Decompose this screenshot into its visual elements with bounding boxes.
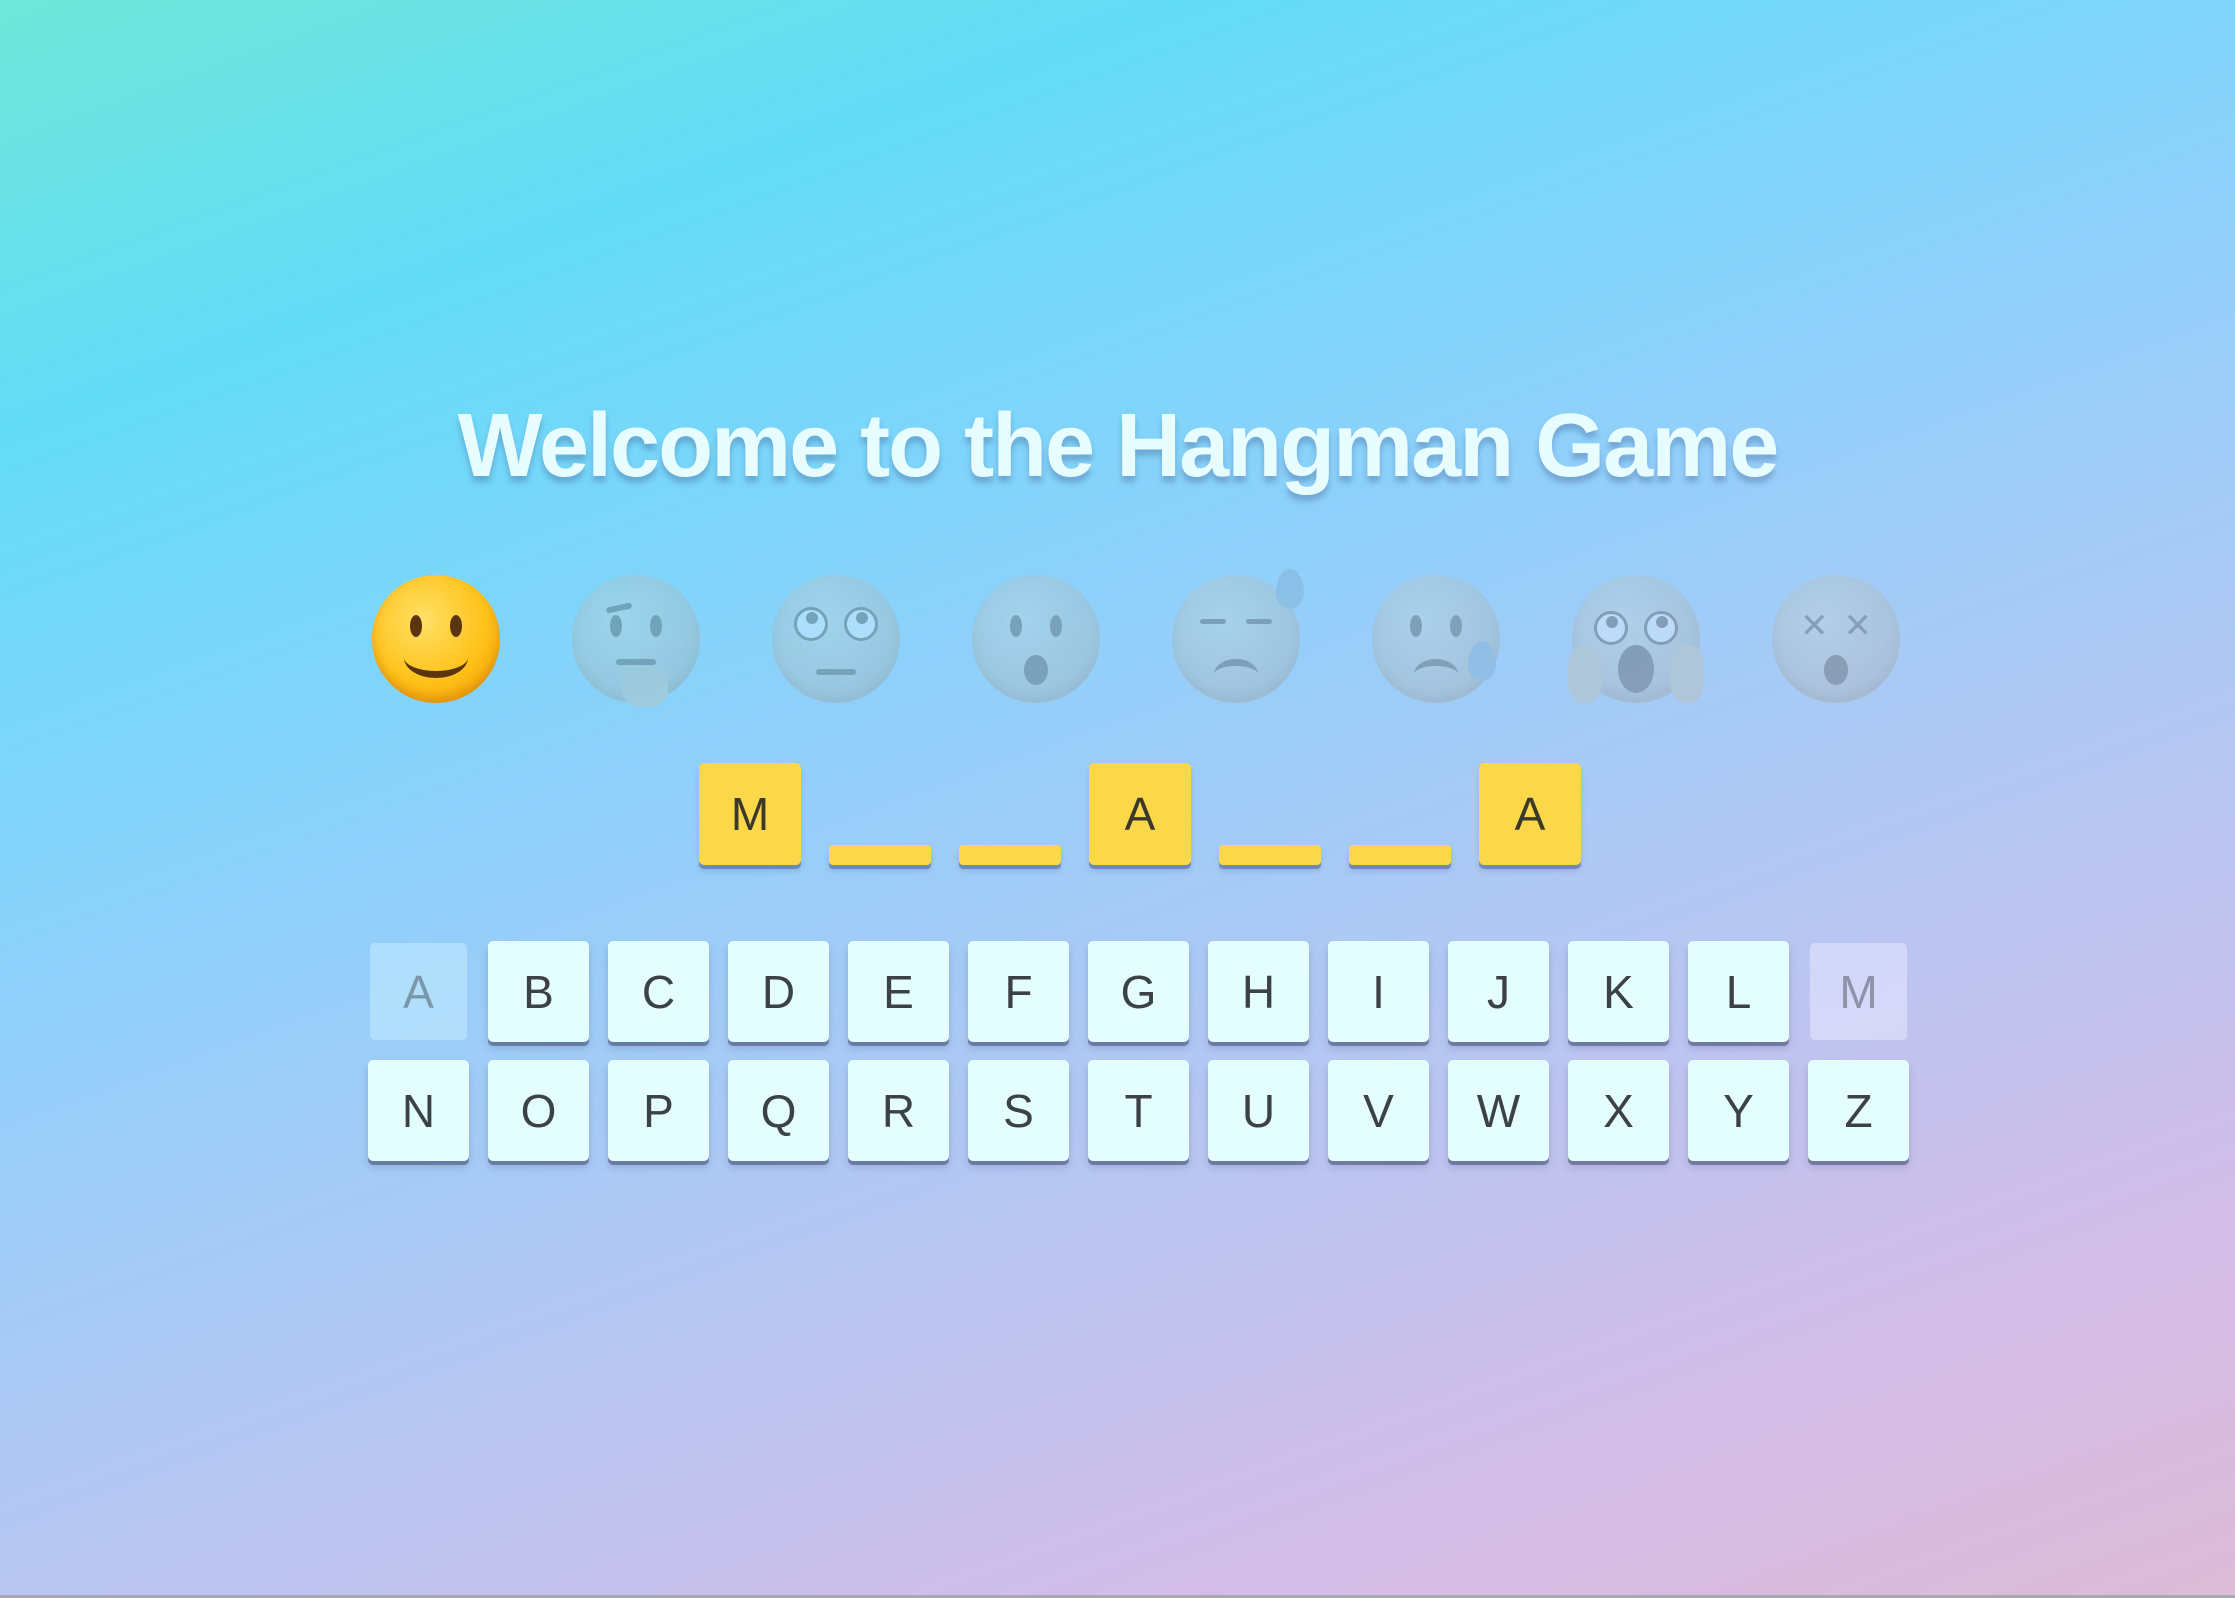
frowning-face-icon [972,575,1100,703]
emoji-progress: ✕ ✕ [372,569,1900,707]
key-d[interactable]: D [728,941,829,1042]
key-u[interactable]: U [1208,1060,1309,1161]
key-s[interactable]: S [968,1060,1069,1161]
key-g[interactable]: G [1088,941,1189,1042]
word-display: M A A [699,763,1581,865]
dizzy-face-icon: ✕ ✕ [1772,575,1900,703]
keyboard-row-1: A B C D E F G H I J K L M [368,941,1909,1042]
key-l[interactable]: L [1688,941,1789,1042]
letter-slot [1349,845,1451,865]
key-q[interactable]: Q [728,1060,829,1161]
slightly-smiling-face-icon [372,575,500,703]
key-e[interactable]: E [848,941,949,1042]
letter-keyboard: A B C D E F G H I J K L M N O P Q R S T … [368,941,1909,1179]
key-i[interactable]: I [1328,941,1429,1042]
downcast-face-with-sweat-icon [1172,569,1304,703]
key-x[interactable]: X [1568,1060,1669,1161]
key-p[interactable]: P [608,1060,709,1161]
key-m: M [1810,943,1907,1040]
key-r[interactable]: R [848,1060,949,1161]
key-v[interactable]: V [1328,1060,1429,1161]
keyboard-row-2: N O P Q R S T U V W X Y Z [368,1060,1909,1161]
key-y[interactable]: Y [1688,1060,1789,1161]
anxious-face-with-sweat-icon [1372,575,1500,703]
letter-slot: A [1479,763,1581,865]
key-f[interactable]: F [968,941,1069,1042]
thinking-face-icon [572,575,700,707]
key-o[interactable]: O [488,1060,589,1161]
letter-slot [1219,845,1321,865]
key-j[interactable]: J [1448,941,1549,1042]
letter-slot [959,845,1061,865]
letter-slot: A [1089,763,1191,865]
key-h[interactable]: H [1208,941,1309,1042]
face-with-rolling-eyes-icon [772,575,900,703]
key-z[interactable]: Z [1808,1060,1909,1161]
hangman-app: Welcome to the Hangman Game ✕ ✕ M A A A … [0,0,2235,1598]
key-k[interactable]: K [1568,941,1669,1042]
key-w[interactable]: W [1448,1060,1549,1161]
key-t[interactable]: T [1088,1060,1189,1161]
key-b[interactable]: B [488,941,589,1042]
letter-slot [829,845,931,865]
key-c[interactable]: C [608,941,709,1042]
key-n[interactable]: N [368,1060,469,1161]
page-title: Welcome to the Hangman Game [457,396,1780,496]
letter-slot: M [699,763,801,865]
face-screaming-in-fear-icon [1568,575,1704,703]
key-a: A [370,943,467,1040]
